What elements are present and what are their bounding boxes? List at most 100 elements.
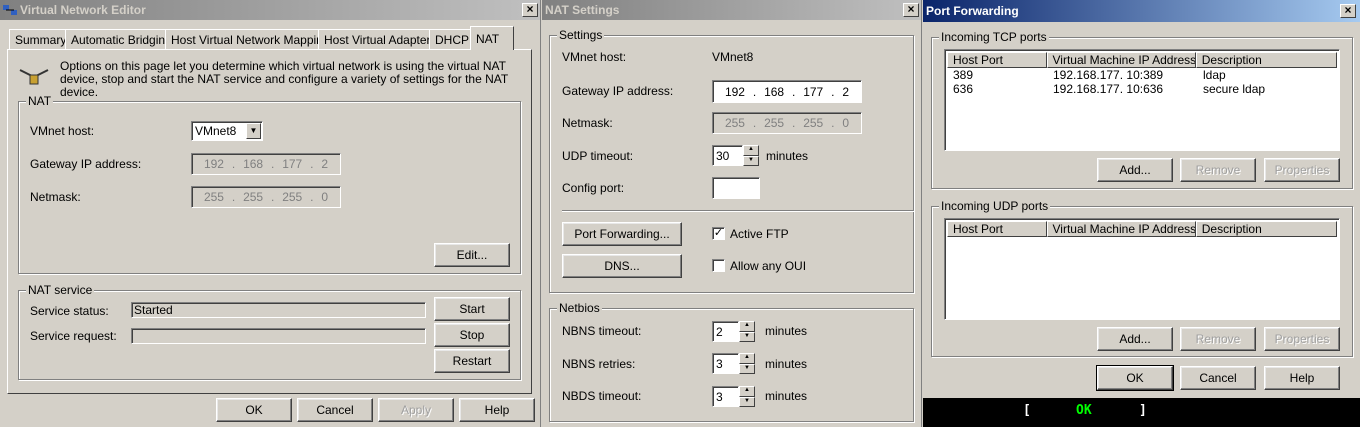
- udp-timeout-value[interactable]: 30: [712, 145, 743, 166]
- nbns-retries-stepper[interactable]: 3 ▲ ▼: [712, 353, 755, 374]
- nbds-timeout-stepper[interactable]: 3 ▲ ▼: [712, 386, 755, 407]
- port-forwarding-button[interactable]: Port Forwarding...: [562, 222, 682, 246]
- tab-summary[interactable]: Summary: [9, 29, 73, 49]
- tcp-properties-button[interactable]: Properties: [1264, 158, 1340, 182]
- console-bracket-close: ]: [1139, 403, 1147, 418]
- nbns-timeout-label: NBNS timeout:: [562, 324, 642, 338]
- nbns-timeout-value[interactable]: 2: [712, 321, 739, 342]
- port-forwarding-close-icon[interactable]: ×: [1340, 4, 1356, 18]
- column-description[interactable]: Description: [1195, 221, 1337, 237]
- pf-help-button[interactable]: Help: [1264, 366, 1340, 390]
- ok-button[interactable]: OK: [216, 398, 292, 422]
- tab-dhcp[interactable]: DHCP: [429, 29, 476, 49]
- spin-up-icon[interactable]: ▲: [739, 386, 755, 397]
- apply-button[interactable]: Apply: [378, 398, 454, 422]
- vne-titlebar[interactable]: Virtual Network Editor: [0, 0, 540, 20]
- dns-button[interactable]: DNS...: [562, 254, 682, 278]
- column-vm-ip[interactable]: Virtual Machine IP Address: [1046, 52, 1196, 68]
- ip-octet: 255: [282, 190, 303, 204]
- tcp-add-button[interactable]: Add...: [1097, 158, 1173, 182]
- tcp-remove-button[interactable]: Remove: [1180, 158, 1256, 182]
- udp-timeout-stepper[interactable]: 30 ▲ ▼: [712, 145, 759, 166]
- nbns-retries-value[interactable]: 3: [712, 353, 739, 374]
- nbds-timeout-label: NBDS timeout:: [562, 389, 642, 403]
- active-ftp-checkbox[interactable]: ✓: [712, 227, 725, 240]
- spin-down-icon[interactable]: ▼: [743, 155, 759, 166]
- service-status-value: Started: [134, 303, 173, 317]
- settings-separator: [562, 210, 914, 212]
- tcp-list-header: Host Port Virtual Machine IP Address Des…: [947, 52, 1337, 68]
- gateway-ip-label: Gateway IP address:: [30, 157, 142, 171]
- ip-dot: .: [791, 84, 796, 99]
- config-port-label: Config port:: [562, 181, 625, 195]
- column-host-port[interactable]: Host Port: [947, 221, 1047, 237]
- ip-dot: .: [831, 84, 835, 99]
- allow-any-oui-checkbox[interactable]: [712, 259, 725, 272]
- spin-down-icon[interactable]: ▼: [739, 363, 755, 374]
- spin-up-icon[interactable]: ▲: [743, 145, 759, 156]
- vmnet-host-select[interactable]: VMnet8 ▼: [191, 121, 263, 141]
- netbios-group-label: Netbios: [557, 301, 602, 315]
- tab-host-virtual-adapters[interactable]: Host Virtual Adapters: [318, 29, 443, 49]
- ip-octet: 0: [842, 116, 849, 130]
- nbds-timeout-unit: minutes: [765, 389, 808, 403]
- nat-gateway-ip-input[interactable]: 192. 168. 177. 2: [712, 80, 862, 103]
- udp-timeout-label: UDP timeout:: [562, 149, 634, 163]
- ip-dot: .: [231, 190, 236, 204]
- ip-octet: 177: [803, 84, 824, 99]
- ip-octet: 2: [842, 84, 849, 99]
- ip-octet: 0: [321, 190, 328, 204]
- active-ftp-label: Active FTP: [730, 227, 789, 241]
- nat-vmnet-host-value: VMnet8: [712, 50, 754, 64]
- virtual-network-editor-window: Virtual Network Editor × Summary Automat…: [0, 0, 541, 427]
- udp-timeout-unit: minutes: [766, 149, 809, 163]
- vne-close-icon[interactable]: ×: [522, 3, 538, 17]
- spin-up-icon[interactable]: ▲: [739, 353, 755, 364]
- netmask-field: 255. 255. 255. 0: [191, 186, 341, 208]
- udp-add-button[interactable]: Add...: [1097, 327, 1173, 351]
- ip-dot: .: [752, 116, 757, 130]
- spin-down-icon[interactable]: ▼: [739, 331, 755, 342]
- tab-host-virtual-network-mapping[interactable]: Host Virtual Network Mapping: [165, 29, 336, 49]
- vne-title: Virtual Network Editor: [20, 3, 146, 17]
- ip-dot: .: [752, 84, 757, 99]
- column-vm-ip[interactable]: Virtual Machine IP Address: [1046, 221, 1196, 237]
- restart-button[interactable]: Restart: [434, 349, 510, 373]
- console-strip: [ OK ]: [923, 398, 1360, 427]
- stop-button[interactable]: Stop: [434, 323, 510, 347]
- column-host-port[interactable]: Host Port: [947, 52, 1047, 68]
- help-button[interactable]: Help: [459, 398, 535, 422]
- pf-ok-button[interactable]: OK: [1096, 365, 1174, 391]
- tab-automatic-bridging[interactable]: Automatic Bridging: [65, 29, 178, 49]
- chevron-down-icon[interactable]: ▼: [246, 123, 261, 139]
- cancel-button[interactable]: Cancel: [297, 398, 373, 422]
- udp-ports-list[interactable]: Host Port Virtual Machine IP Address Des…: [944, 218, 1340, 320]
- table-row[interactable]: 636 192.168.177. 10:636 secure ldap: [947, 82, 1337, 96]
- console-ok-status: OK: [1076, 403, 1092, 418]
- nbns-timeout-stepper[interactable]: 2 ▲ ▼: [712, 321, 755, 342]
- spin-down-icon[interactable]: ▼: [739, 396, 755, 407]
- ip-octet: 255: [803, 116, 824, 130]
- nat-settings-close-icon[interactable]: ×: [903, 3, 919, 17]
- udp-remove-button[interactable]: Remove: [1180, 327, 1256, 351]
- tcp-ports-list[interactable]: Host Port Virtual Machine IP Address Des…: [944, 49, 1340, 151]
- config-port-input[interactable]: [712, 177, 760, 199]
- edit-button[interactable]: Edit...: [434, 243, 510, 267]
- ip-dot: .: [270, 190, 275, 204]
- nat-netmask-label: Netmask:: [562, 116, 613, 130]
- tab-nat[interactable]: NAT: [470, 26, 514, 50]
- start-button[interactable]: Start: [434, 297, 510, 321]
- table-row[interactable]: 389 192.168.177. 10:389 ldap: [947, 68, 1337, 82]
- pf-cancel-button[interactable]: Cancel: [1180, 366, 1256, 390]
- column-description[interactable]: Description: [1195, 52, 1337, 68]
- nat-service-group-label: NAT service: [26, 283, 95, 297]
- vm-ip-cell: 192.168.177. 10:636: [1053, 82, 1164, 96]
- spin-up-icon[interactable]: ▲: [739, 321, 755, 332]
- port-forwarding-titlebar[interactable]: Port Forwarding: [923, 0, 1360, 22]
- vmnet-host-label: VMnet host:: [30, 124, 95, 138]
- ip-dot: .: [310, 157, 314, 171]
- nat-settings-titlebar[interactable]: NAT Settings: [542, 0, 921, 20]
- udp-properties-button[interactable]: Properties: [1264, 327, 1340, 351]
- port-forwarding-title: Port Forwarding: [926, 4, 1019, 18]
- nbds-timeout-value[interactable]: 3: [712, 386, 739, 407]
